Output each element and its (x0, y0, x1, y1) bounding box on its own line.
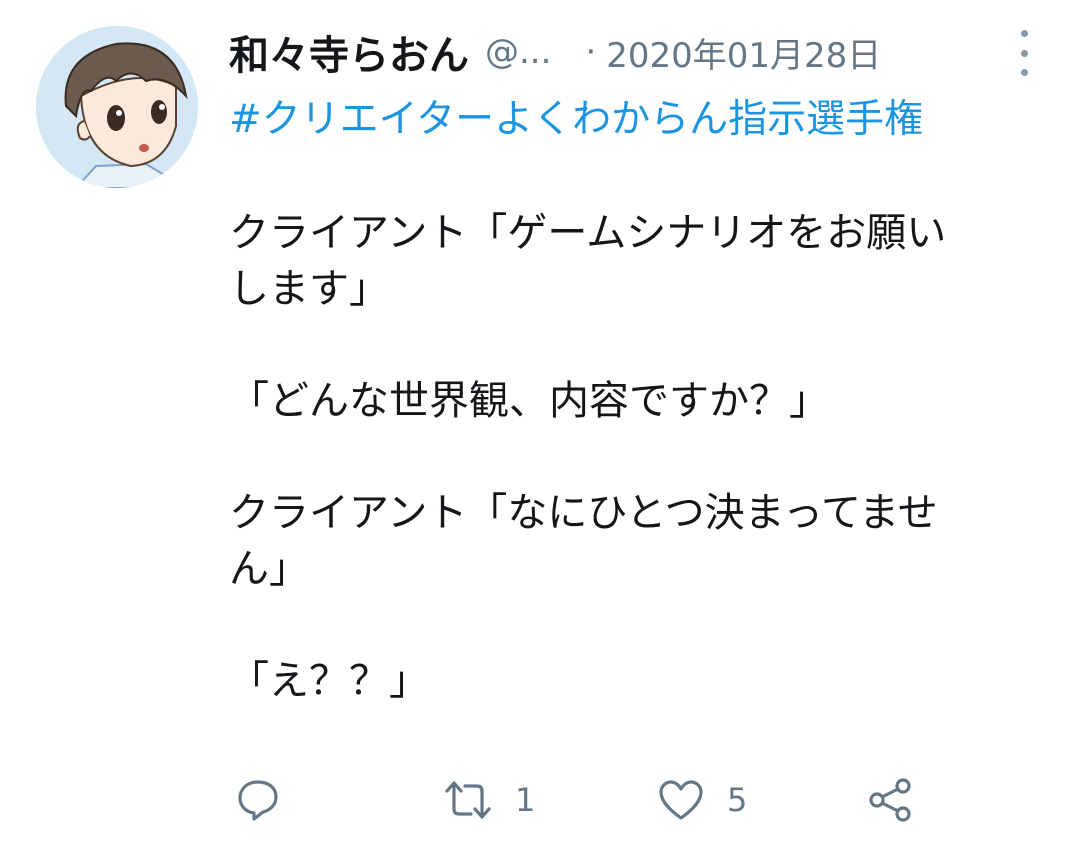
retweet-button[interactable]: 1 (443, 770, 535, 830)
tweet-line: ん」 (229, 546, 309, 592)
heart-icon (659, 780, 703, 820)
avatar-illustration (36, 26, 198, 188)
like-count: 5 (727, 781, 748, 819)
more-dot (1020, 49, 1028, 57)
user-handle[interactable]: @... (485, 32, 551, 72)
share-icon (869, 778, 911, 822)
reply-button[interactable] (235, 770, 281, 830)
tweet-line: します」 (229, 266, 389, 312)
share-button[interactable] (865, 770, 915, 830)
tweet-text: クライアント「ゲームシナリオをお願い します」 「どんな世界観、内容ですか？」 … (229, 205, 1049, 709)
like-button[interactable]: 5 (657, 770, 747, 830)
retweet-count: 1 (515, 781, 536, 819)
avatar[interactable] (36, 26, 198, 188)
action-bar: 1 5 (229, 770, 929, 830)
tweet-header: 和々寺らおん @... · 2020年01月28日 (229, 23, 1060, 81)
more-dot (1020, 69, 1028, 76)
hashtag-link[interactable]: #クリエイターよくわからん指示選手権 (229, 88, 923, 144)
separator: · (585, 32, 597, 72)
retweet-icon (445, 781, 491, 819)
tweet-date[interactable]: 2020年01月28日 (606, 28, 881, 77)
reply-icon (238, 780, 278, 821)
tweet-line: 「どんな世界観、内容ですか？」 (229, 378, 829, 424)
more-dot (1020, 30, 1028, 37)
tweet-line: 「え？？」 (229, 658, 429, 704)
more-options-icon[interactable] (1012, 30, 1036, 76)
tweet-line: クライアント「なにひとつ決まってませ (229, 490, 938, 536)
tweet-line-blank (229, 317, 1049, 373)
display-name[interactable]: 和々寺らおん (229, 23, 469, 81)
tweet-line-blank (229, 429, 1049, 485)
tweet-line: クライアント「ゲームシナリオをお願い (229, 210, 947, 256)
tweet-line-blank (229, 597, 1049, 653)
